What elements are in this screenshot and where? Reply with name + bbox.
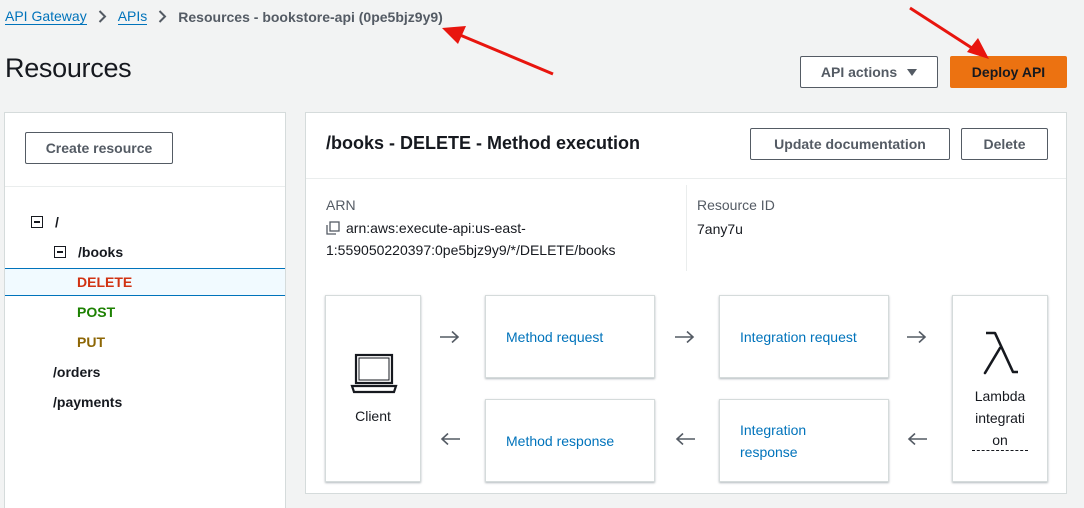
tree-item-label: /payments: [53, 394, 123, 410]
arrow-right-icon: [675, 331, 695, 343]
integration-response-link[interactable]: Integration response: [740, 419, 806, 463]
tree-item-books[interactable]: /books: [5, 238, 285, 266]
arn-line-1: arn:aws:execute-api:us-east-: [346, 220, 526, 236]
breadcrumb-api-gateway[interactable]: API Gateway: [5, 8, 87, 25]
tree-item-books-delete[interactable]: DELETE: [5, 268, 285, 296]
annotation-arrow: [442, 26, 554, 76]
resource-tree-panel: Create resource / /books DELETE POST PUT…: [4, 112, 286, 508]
tree-item-label: /orders: [53, 364, 101, 380]
breadcrumb-apis[interactable]: APIs: [117, 8, 148, 25]
method-request-card[interactable]: Method request: [485, 295, 655, 378]
arrow-left-icon: [440, 433, 460, 445]
client-label: Client: [355, 408, 391, 424]
arrow-left-icon: [907, 433, 927, 445]
integration-request-link[interactable]: Integration request: [740, 326, 857, 348]
laptop-icon: [350, 352, 398, 397]
arn-value: arn:aws:execute-api:us-east- 1:559050220…: [326, 217, 666, 261]
deploy-api-label: Deploy API: [971, 64, 1046, 80]
integration-response-line-1: Integration: [740, 422, 807, 438]
create-resource-button[interactable]: Create resource: [25, 132, 173, 164]
annotation-arrow: [909, 6, 989, 59]
integration-request-card[interactable]: Integration request: [719, 295, 889, 378]
delete-method-button[interactable]: Delete: [961, 128, 1048, 160]
tree-item-label: PUT: [77, 334, 105, 350]
chevron-right-icon: [158, 10, 167, 23]
tree-item-label: /: [55, 214, 59, 230]
resource-id-label: Resource ID: [697, 197, 775, 213]
lambda-integration-label[interactable]: Lambda integrati on: [953, 385, 1047, 451]
tree-item-label: DELETE: [77, 274, 133, 290]
method-response-link[interactable]: Method response: [506, 430, 614, 452]
deploy-api-button[interactable]: Deploy API: [950, 56, 1067, 88]
vertical-divider: [686, 185, 687, 271]
lambda-icon: [980, 330, 1022, 379]
update-documentation-label: Update documentation: [774, 136, 926, 152]
method-request-link[interactable]: Method request: [506, 326, 603, 348]
resource-id-value: 7any7u: [697, 221, 743, 237]
api-actions-button[interactable]: API actions: [800, 56, 938, 88]
chevron-right-icon: [98, 10, 107, 23]
page-title: Resources: [5, 53, 132, 83]
lambda-line-3: on: [972, 430, 1028, 451]
arrow-right-icon: [907, 331, 927, 343]
arrow-left-icon: [675, 433, 695, 445]
update-documentation-button[interactable]: Update documentation: [750, 128, 950, 160]
panel-divider: [5, 186, 285, 187]
collapse-icon[interactable]: [31, 216, 43, 228]
copy-icon[interactable]: [326, 219, 340, 235]
tree-item-books-post[interactable]: POST: [5, 298, 285, 326]
tree-item-books-put[interactable]: PUT: [5, 328, 285, 356]
method-execution-panel: /books - DELETE - Method execution Updat…: [305, 112, 1067, 494]
client-card: Client: [325, 295, 421, 482]
collapse-icon[interactable]: [54, 246, 66, 258]
method-response-card[interactable]: Method response: [485, 399, 655, 482]
tree-item-root[interactable]: /: [5, 208, 285, 236]
breadcrumb-current: Resources - bookstore-api (0pe5bjz9y9): [178, 8, 443, 25]
api-actions-label: API actions: [820, 64, 898, 80]
integration-response-line-2: response: [740, 444, 798, 460]
arn-line-2: 1:559050220397:0pe5bjz9y9/*/DELETE/books: [326, 242, 616, 258]
lambda-line-1: Lambda: [974, 388, 1026, 404]
delete-method-label: Delete: [983, 136, 1026, 152]
caret-down-icon: [907, 68, 918, 76]
method-execution-title: /books - DELETE - Method execution: [326, 133, 641, 153]
create-resource-label: Create resource: [45, 140, 153, 156]
integration-response-card[interactable]: Integration response: [719, 399, 889, 482]
tree-item-label: /books: [78, 244, 124, 260]
lambda-line-2: integrati: [975, 410, 1025, 426]
tree-item-payments[interactable]: /payments: [5, 388, 285, 416]
tree-item-label: POST: [77, 304, 116, 320]
arn-label: ARN: [326, 197, 356, 213]
breadcrumb: API Gateway APIs Resources - bookstore-a…: [5, 8, 443, 25]
tree-item-orders[interactable]: /orders: [5, 358, 285, 386]
arrow-right-icon: [440, 331, 460, 343]
panel-divider: [306, 178, 1066, 179]
lambda-integration-card: Lambda integrati on: [952, 295, 1048, 482]
